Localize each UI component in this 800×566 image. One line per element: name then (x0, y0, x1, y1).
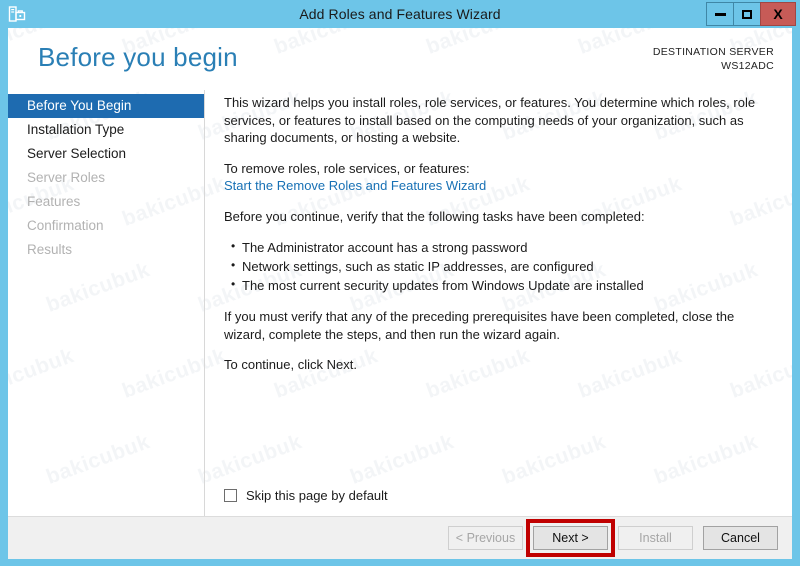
skip-this-page-checkbox[interactable] (224, 488, 237, 502)
wizard-window: Add Roles and Features Wizard X bakicubu… (0, 0, 800, 566)
wizard-content: This wizard helps you install roles, rol… (205, 90, 792, 516)
page-body: Before You Begin Installation Type Serve… (8, 90, 792, 516)
maximize-button[interactable] (733, 2, 761, 26)
maximize-icon (742, 9, 752, 19)
page-title: Before you begin (38, 42, 238, 72)
destination-server-name: WS12ADC (721, 60, 774, 72)
close-button[interactable]: X (760, 2, 796, 26)
destination-server-label: DESTINATION SERVER (652, 46, 774, 58)
next-button[interactable]: Next > (533, 526, 608, 550)
next-button-wrap: Next > (526, 519, 615, 557)
continue-note: To continue, click Next. (224, 357, 357, 372)
install-button: Install (618, 526, 693, 550)
sidebar-item-features: Features (27, 194, 81, 209)
sidebar-item-before-you-begin[interactable]: Before You Begin (8, 94, 204, 118)
destination-server-block: DESTINATION SERVER WS12ADC (653, 42, 774, 73)
window-controls: X (706, 2, 796, 26)
list-item: Network settings, such as static IP addr… (231, 256, 766, 276)
wizard-client-area: bakicubuk bakicubuk bakicubuk bakicubuk baki… (8, 28, 792, 559)
wizard-step-nav: Before You Begin Installation Type Serve… (8, 90, 205, 516)
sidebar-item-installation-type[interactable]: Installation Type (8, 118, 204, 142)
remove-roles-wizard-link[interactable]: Start the Remove Roles and Features Wiza… (224, 177, 486, 195)
prerequisites-note: If you must verify that any of the prece… (224, 309, 735, 342)
wizard-footer: < Previous Next > Install Cancel (8, 516, 792, 559)
sidebar-item-results: Results (27, 242, 73, 257)
previous-button-wrap: < Previous (448, 526, 523, 550)
window-title: Add Roles and Features Wizard (299, 6, 501, 22)
cancel-button-wrap: Cancel (703, 526, 778, 550)
intro-paragraph: This wizard helps you install roles, rol… (224, 95, 756, 145)
skip-this-page-label: Skip this page by default (246, 487, 388, 503)
verify-prompt-text: Before you continue, verify that the fol… (224, 208, 645, 224)
previous-button: < Previous (448, 526, 523, 550)
server-manager-icon (6, 3, 28, 25)
skip-page-row[interactable]: Skip this page by default (224, 487, 388, 505)
minimize-button[interactable] (706, 2, 734, 26)
install-button-wrap: Install (618, 526, 693, 550)
list-item: The Administrator account has a strong p… (231, 237, 766, 257)
prerequisite-task-list: The Administrator account has a strong p… (224, 237, 766, 295)
sidebar-item-server-roles: Server Roles (27, 170, 106, 185)
page-header: Before you begin DESTINATION SERVER WS12… (8, 28, 792, 90)
cancel-button[interactable]: Cancel (703, 526, 778, 550)
list-item: The most current security updates from W… (231, 275, 766, 295)
sidebar-item-confirmation: Confirmation (27, 218, 104, 233)
remove-prompt-text: To remove roles, role services, or featu… (224, 160, 470, 176)
sidebar-item-server-selection[interactable]: Server Selection (8, 142, 204, 166)
minimize-icon (714, 12, 726, 16)
title-bar: Add Roles and Features Wizard X (0, 0, 800, 28)
